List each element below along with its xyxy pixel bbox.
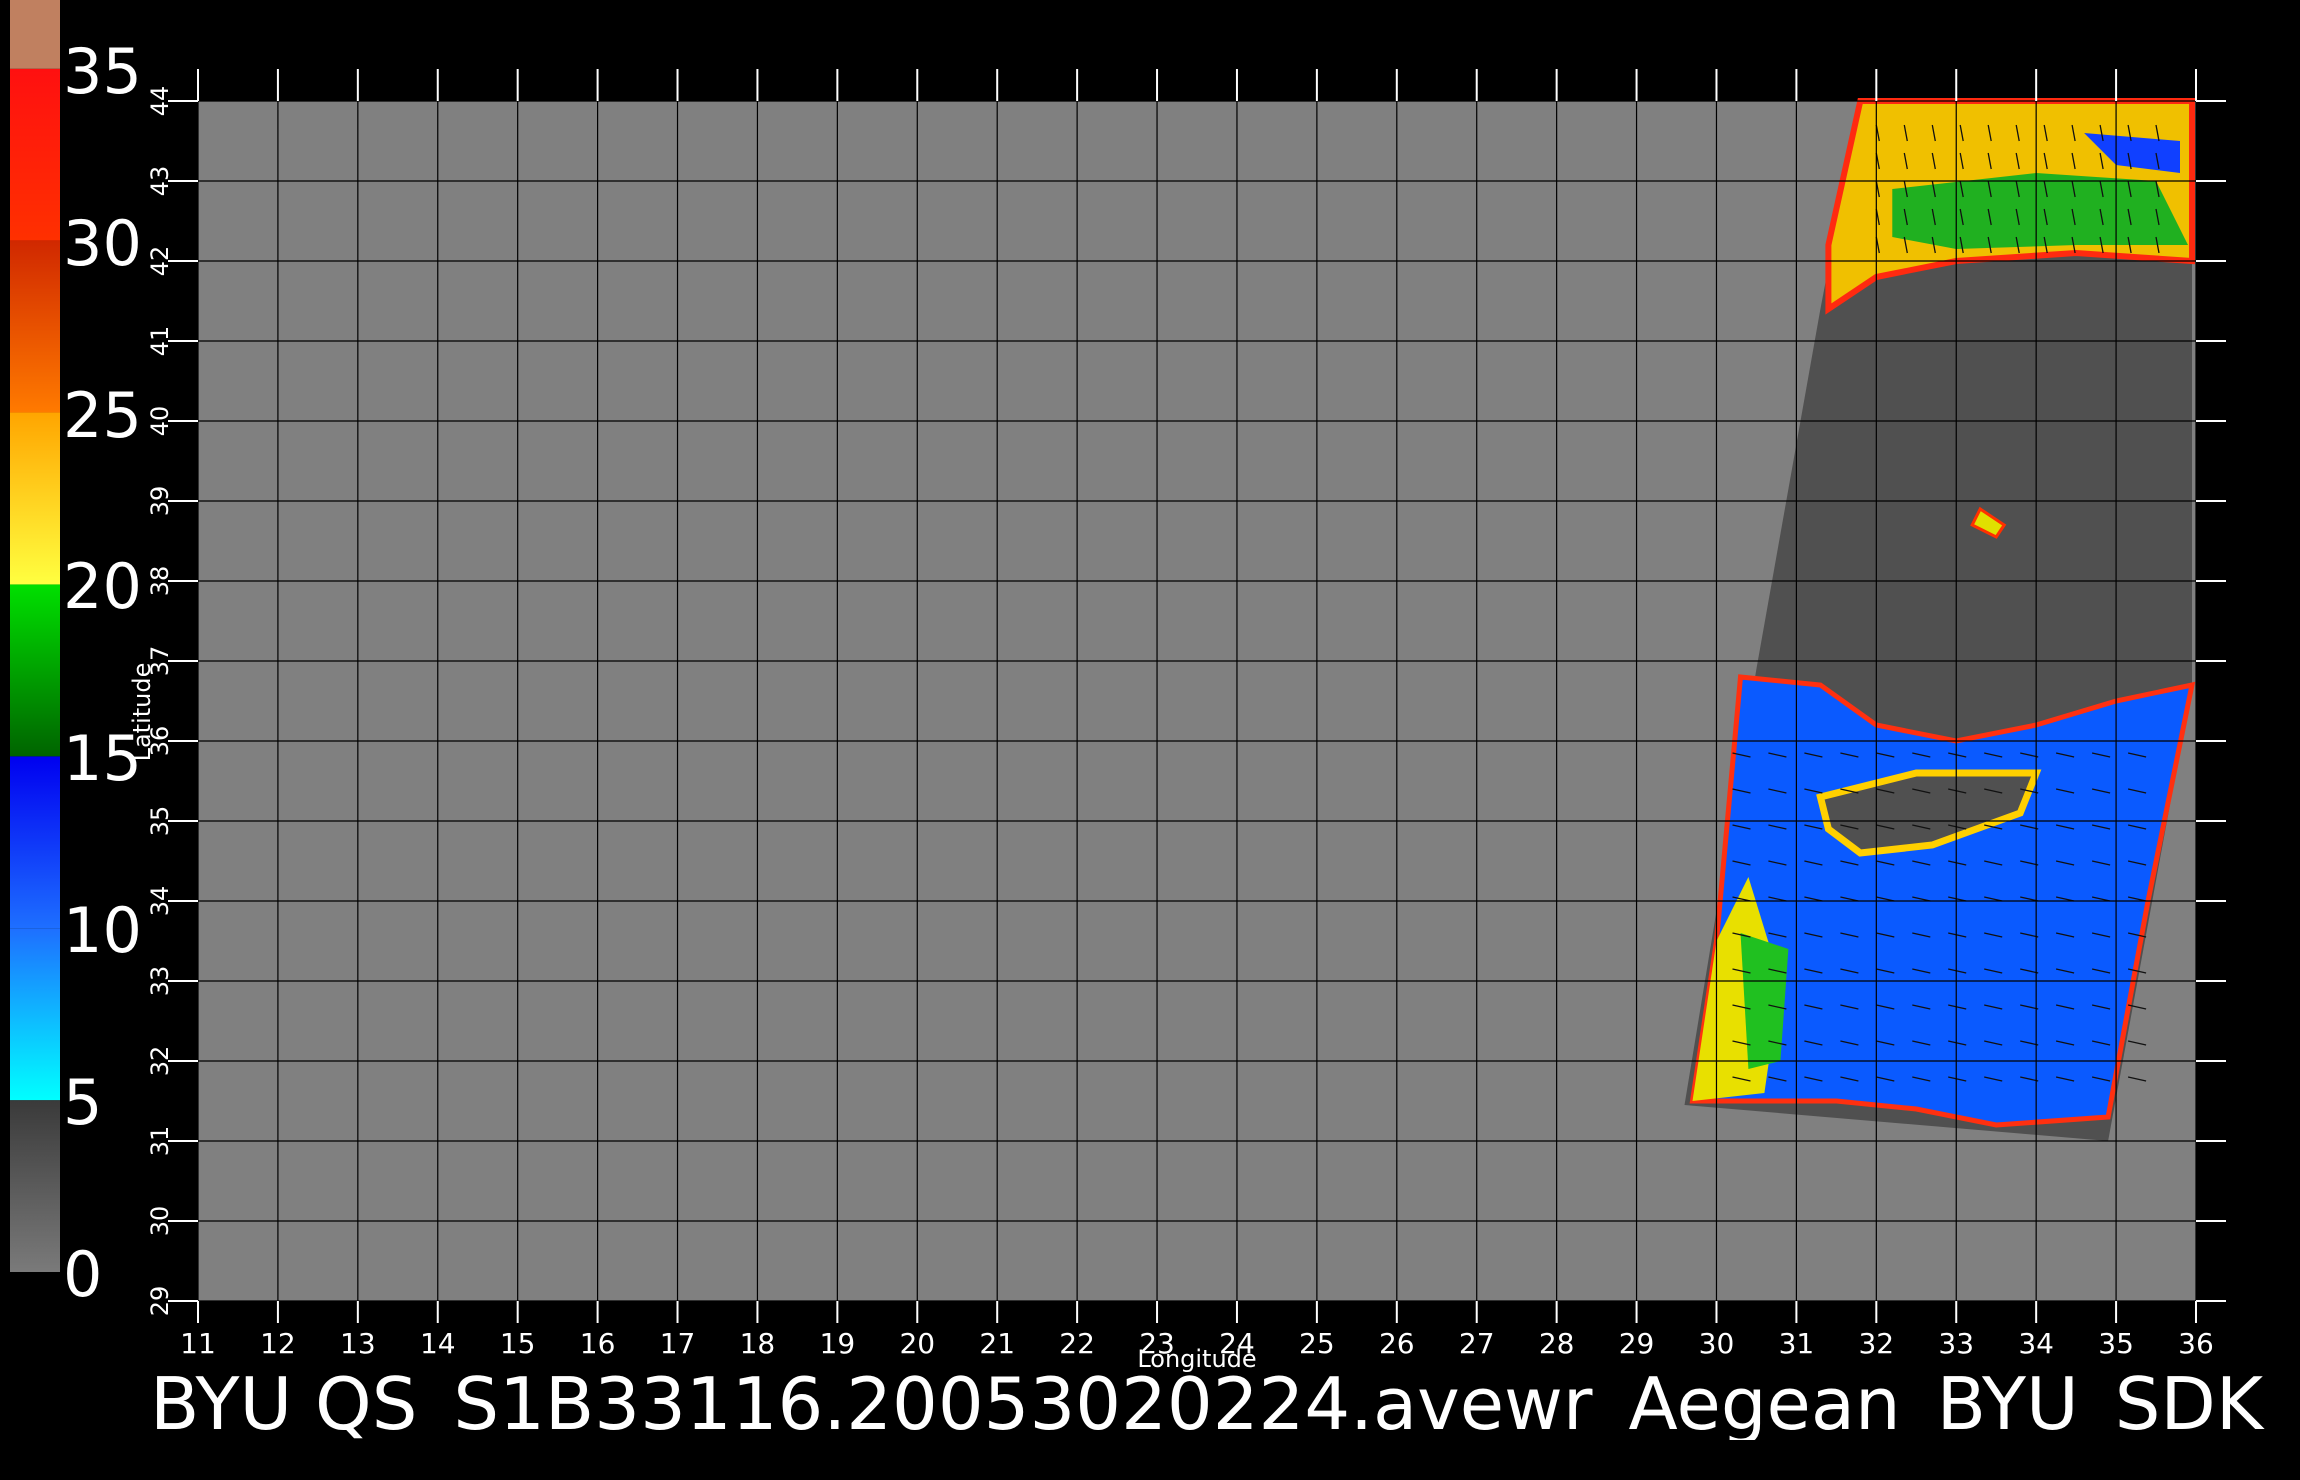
y-axis-label: Latitude [128,663,156,762]
y-tick-label: 29 [146,1286,174,1317]
x-tick-label: 21 [979,1327,1015,1360]
y-tick-label: 30 [146,1206,174,1237]
y-tick-label: 42 [146,246,174,277]
x-tick-label: 19 [820,1327,856,1360]
x-tick-label: 11 [180,1327,216,1360]
x-tick-label: 13 [340,1327,376,1360]
y-tick-label: 38 [146,566,174,597]
y-tick-label: 33 [146,966,174,997]
mediterranean-coastal-mid [1740,933,1789,1069]
y-tick-label: 40 [146,406,174,437]
y-tick-label: 35 [146,806,174,837]
x-tick-label: 25 [1299,1327,1335,1360]
x-tick-label: 34 [2018,1327,2054,1360]
wind-speed-map: 11 12 13 14 15 16 17 18 19 20 21 22 23 24 25 26 27 28 29 30… [128,69,2226,1373]
y-tick-label: 39 [146,486,174,517]
y-tick-label: 43 [146,166,174,197]
black-sea-green [1892,173,2188,249]
y-tick-label: 31 [146,1126,174,1157]
x-tick-label: 20 [899,1327,935,1360]
x-tick-label: 29 [1619,1327,1655,1360]
x-tick-label: 27 [1459,1327,1495,1360]
x-tick-label: 22 [1059,1327,1095,1360]
x-tick-label: 36 [2178,1327,2214,1360]
y-tick-label: 32 [146,1046,174,1077]
x-tick-label: 26 [1379,1327,1415,1360]
x-tick-label: 32 [1858,1327,1894,1360]
x-tick-label: 12 [260,1327,296,1360]
x-tick-label: 35 [2098,1327,2134,1360]
product-title: BYU QS_S1B33116.20053020224.avewr_Aegean… [150,1368,2264,1440]
x-tick-label: 17 [660,1327,696,1360]
x-tick-label: 33 [1938,1327,1974,1360]
y-tick-label: 44 [146,86,174,117]
x-tick-label: 30 [1699,1327,1735,1360]
x-tick-label: 28 [1539,1327,1575,1360]
y-tick-label: 34 [146,886,174,917]
x-tick-label: 16 [580,1327,616,1360]
y-tick-label: 41 [146,326,174,357]
x-tick-label: 31 [1779,1327,1815,1360]
x-tick-label: 18 [740,1327,776,1360]
map-figure: 0 5 10 15 20 25 30 35 11 12 13 14 15 16 17 18 19 20 21 22 2… [0,0,2300,1480]
x-tick-label: 14 [420,1327,456,1360]
x-tick-label: 15 [500,1327,536,1360]
